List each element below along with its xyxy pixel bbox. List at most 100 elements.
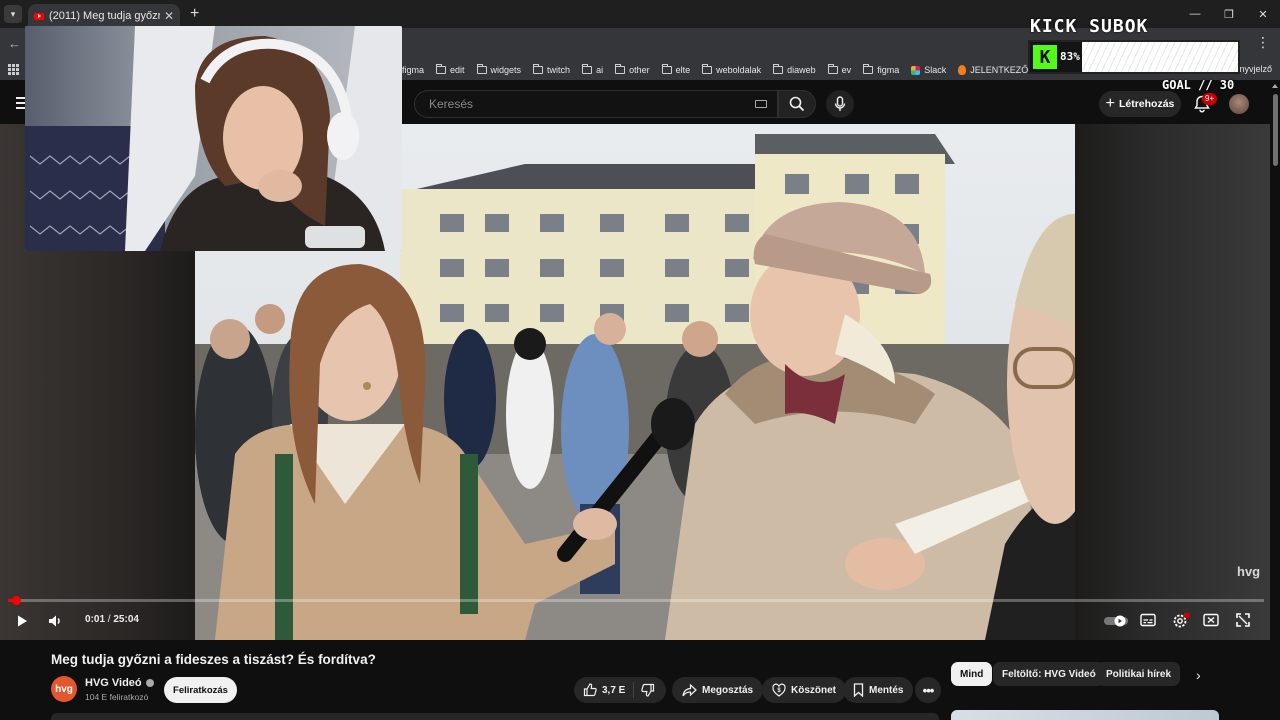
microphone-icon [834, 96, 846, 111]
bookmarks-list: figma edit widgets twitch ai other elte … [402, 60, 1052, 80]
streamer-webcam-overlay [25, 26, 402, 251]
scrollbar-thumb[interactable] [1273, 94, 1278, 166]
user-avatar[interactable] [1229, 94, 1249, 114]
channel-avatar[interactable]: hvg [51, 676, 77, 702]
save-button[interactable]: Mentés [843, 677, 914, 703]
settings-gear-icon[interactable] [1172, 613, 1190, 629]
chip-political-news[interactable]: Politikai hírek [1097, 662, 1181, 686]
close-icon[interactable]: ✕ [1246, 8, 1280, 21]
channel-name: HVG Videó [85, 677, 142, 689]
chevron-right-icon[interactable]: › [1196, 667, 1201, 683]
browser-menu-icon[interactable]: ⋮ [1256, 34, 1270, 51]
bookmark-other[interactable]: other [615, 64, 650, 75]
search-input[interactable] [429, 97, 749, 111]
volume-icon[interactable] [47, 613, 63, 629]
search-box [414, 90, 778, 118]
bookmark-ai[interactable]: ai [582, 64, 603, 75]
more-dots-icon: ••• [922, 682, 935, 698]
play-icon[interactable] [14, 613, 30, 629]
channel-watermark[interactable]: hvg [1237, 564, 1260, 579]
description-box[interactable] [51, 713, 939, 720]
screen: ▾ (2011) Meg tudja győzni a fide ✕ + — ❐… [0, 0, 1280, 720]
bookmark-widgets[interactable]: widgets [476, 64, 521, 75]
bookmark-slack[interactable]: Slack [911, 65, 946, 75]
share-label: Megosztás [702, 684, 754, 696]
time-separator: / [107, 614, 111, 625]
bookmark-elte[interactable]: elte [661, 64, 690, 75]
tab-search-icon[interactable]: ▾ [4, 5, 22, 23]
subscriber-count: 104 E feliratkozó [85, 692, 149, 702]
thanks-button[interactable]: $ Köszönet [762, 677, 846, 703]
more-actions-button[interactable]: ••• [915, 677, 941, 703]
bookmark-figma-2[interactable]: figma [863, 64, 899, 75]
scroll-up-icon[interactable] [1272, 84, 1278, 88]
autoplay-toggle-icon[interactable] [1104, 615, 1128, 627]
page-scrollbar[interactable] [1270, 80, 1280, 720]
bookmark-figma[interactable]: figma [402, 65, 424, 75]
slack-icon [911, 65, 921, 75]
folder-icon [773, 64, 784, 74]
folder-icon [661, 64, 672, 74]
bookmark-edit[interactable]: edit [436, 64, 465, 75]
chip-all[interactable]: Mind [951, 662, 993, 686]
progress-bar[interactable] [8, 596, 1264, 605]
current-time: 0:01 [85, 614, 106, 625]
bookmark-diaweb[interactable]: diaweb [773, 64, 816, 75]
chip-uploader[interactable]: Feltöltő: HVG Videó [993, 662, 1105, 686]
verified-check-icon [145, 679, 154, 687]
bookmark-ev[interactable]: ev [827, 64, 851, 75]
super-thanks-icon: $ [772, 683, 786, 697]
back-arrow-icon[interactable]: ← [8, 36, 21, 51]
player-controls: 0:01 / 25:04 [0, 606, 1270, 636]
tab-title: (2011) Meg tudja győzni a fide [49, 10, 160, 22]
save-label: Mentés [869, 684, 904, 696]
close-tab-icon[interactable]: ✕ [164, 9, 174, 23]
folder-icon [863, 64, 874, 74]
like-count: 3,7 E [602, 684, 626, 696]
keyboard-icon[interactable] [755, 100, 767, 108]
bookmark-twitch[interactable]: twitch [533, 64, 570, 75]
folder-icon [702, 64, 713, 74]
duration: 25:04 [113, 614, 139, 625]
folder-icon [533, 64, 544, 74]
thumbs-up-icon [583, 683, 597, 697]
bookmark-weboldalak[interactable]: weboldalak [702, 64, 761, 75]
channel-name-link[interactable]: HVG Videó [85, 677, 154, 689]
search-icon [789, 96, 805, 112]
search-button[interactable] [778, 90, 816, 118]
folder-icon [827, 64, 838, 74]
sub-goal-label: GOAL // 30 [1162, 78, 1235, 92]
folder-icon [476, 64, 487, 74]
dislike-button[interactable] [634, 683, 666, 697]
apps-grid-icon[interactable] [8, 64, 19, 75]
svg-text:$: $ [777, 688, 781, 694]
like-dislike-group: 3,7 E [574, 677, 666, 703]
sub-goal-percent: 83% [1060, 50, 1080, 63]
browser-tab-active[interactable]: (2011) Meg tudja győzni a fide ✕ [28, 4, 180, 28]
thumbs-down-icon [640, 683, 654, 697]
share-button[interactable]: Megosztás [672, 677, 764, 703]
sub-goal-title: KICK SUBOK [1030, 16, 1149, 37]
new-tab-icon[interactable]: + [190, 5, 199, 23]
progress-scrubber[interactable] [12, 596, 21, 605]
like-button[interactable]: 3,7 E [574, 682, 634, 698]
fullscreen-icon[interactable] [1236, 613, 1250, 627]
subscribe-button[interactable]: Feliratkozás [164, 677, 237, 703]
kick-sub-goal-overlay: KICK SUBOK K 83% GOAL // 30 [1028, 14, 1250, 96]
folder-icon [436, 64, 447, 74]
thanks-label: Köszönet [791, 684, 836, 696]
related-video-thumbnail[interactable] [951, 710, 1219, 720]
subtitles-icon[interactable] [1140, 613, 1156, 627]
kick-logo-icon: K [1033, 45, 1057, 69]
share-arrow-icon [682, 683, 697, 696]
miniplayer-icon[interactable] [1203, 613, 1219, 627]
time-display: 0:01 / 25:04 [85, 614, 139, 625]
voice-search-button[interactable] [826, 90, 854, 118]
youtube-favicon-icon [34, 12, 44, 20]
folder-icon [582, 64, 593, 74]
bookmark-icon [853, 683, 864, 697]
flame-icon [958, 65, 967, 75]
watch-metadata: Meg tudja győzni a fideszes a tiszást? É… [0, 640, 1280, 720]
video-title: Meg tudja győzni a fideszes a tiszást? É… [51, 652, 376, 667]
plus-icon: + [1105, 95, 1115, 112]
